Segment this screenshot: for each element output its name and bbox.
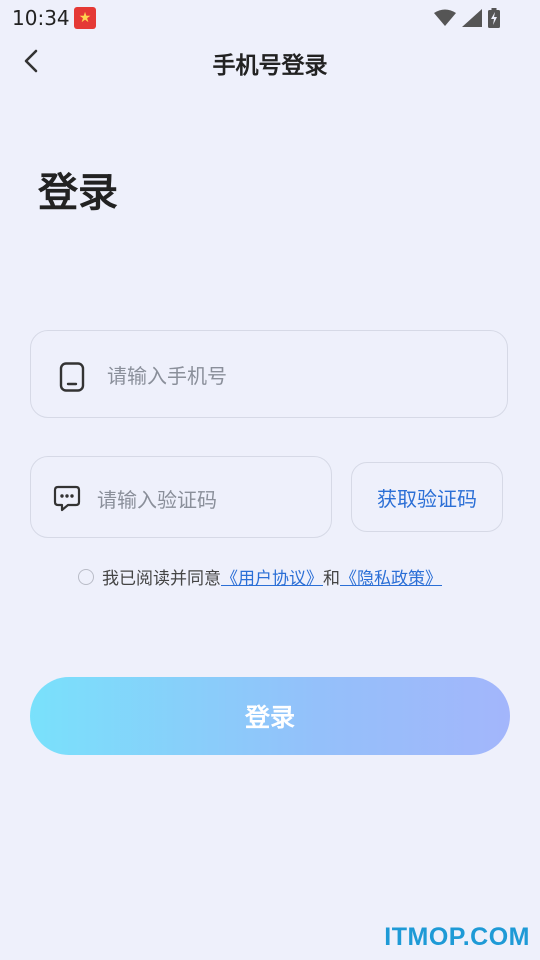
app-notification-icon: ★ bbox=[74, 7, 96, 29]
login-screen: 10:34 ★ 手机号登录 登录 请输入手机号 请输入验证码 获取验证码 我已阅… bbox=[0, 0, 540, 960]
watermark: ITMOP.COM bbox=[384, 923, 530, 951]
get-code-button[interactable]: 获取验证码 bbox=[351, 462, 503, 532]
status-time: 10:34 bbox=[12, 6, 70, 30]
signal-icon bbox=[462, 9, 482, 27]
phone-input[interactable] bbox=[105, 353, 489, 399]
header: 手机号登录 bbox=[0, 36, 540, 86]
agreement-prefix: 我已阅读并同意 bbox=[102, 569, 221, 589]
code-input[interactable] bbox=[95, 477, 319, 523]
agree-checkbox[interactable] bbox=[78, 568, 94, 585]
login-button[interactable]: 登录 bbox=[30, 677, 510, 755]
user-agreement-link[interactable]: 《用户协议》 bbox=[221, 564, 323, 589]
phone-icon bbox=[59, 362, 85, 396]
phone-field[interactable] bbox=[30, 330, 508, 418]
agreement: 我已阅读并同意 《用户协议》 和 《隐私政策》 bbox=[78, 564, 442, 589]
code-field[interactable] bbox=[30, 456, 332, 538]
battery-charging-icon bbox=[488, 8, 500, 28]
message-icon bbox=[53, 485, 81, 517]
header-title: 手机号登录 bbox=[212, 53, 328, 79]
status-icons bbox=[434, 8, 500, 28]
page-title: 登录 bbox=[38, 170, 118, 216]
privacy-policy-link[interactable]: 《隐私政策》 bbox=[340, 564, 442, 589]
agreement-conjunction: 和 bbox=[323, 569, 340, 589]
status-bar: 10:34 ★ bbox=[0, 0, 540, 36]
wifi-icon bbox=[434, 9, 456, 26]
